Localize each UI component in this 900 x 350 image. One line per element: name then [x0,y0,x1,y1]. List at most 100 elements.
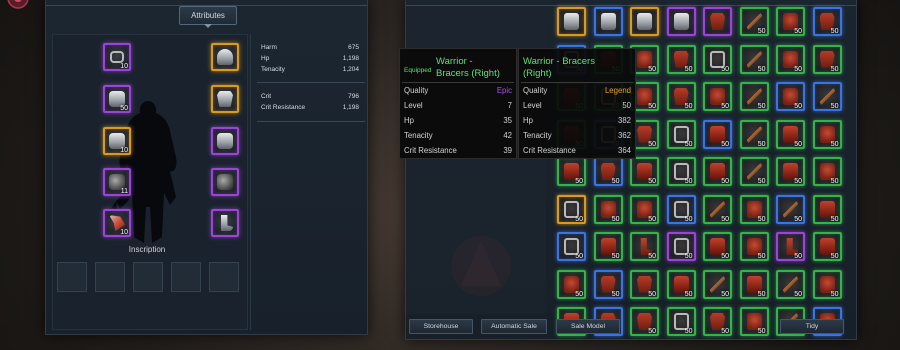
item-count: 50 [757,290,766,298]
inventory-slot[interactable]: 50 [703,194,732,224]
equip-slot-shield[interactable]: 11 [103,168,131,196]
inventory-slot[interactable]: 50 [739,44,769,74]
inventory-slot[interactable]: 50 [557,157,586,186]
character-panel: Attributes 10 50 10 11 10 Inscription Ha… [45,0,368,335]
item-count: 10 [120,63,128,70]
inventory-slot[interactable]: 50 [593,157,623,186]
inventory-slot[interactable]: 50 [776,194,805,224]
tidy-button[interactable]: Tidy [780,319,844,334]
inventory-slot[interactable] [630,7,659,36]
row-label: Tenacity [523,131,552,140]
inventory-slot[interactable]: 50 [776,7,805,36]
storehouse-button[interactable]: Storehouse [409,319,473,334]
inventory-slot[interactable]: 50 [776,44,805,74]
inventory-slot[interactable]: 50 [593,194,623,224]
inventory-slot[interactable]: 50 [812,119,842,149]
inventory-slot[interactable]: 50 [739,194,769,224]
inventory-slot[interactable]: 50 [739,7,769,36]
row-label: Hp [523,116,533,125]
equip-slot-helmet[interactable] [211,43,239,71]
inscription-slot[interactable] [57,262,87,292]
inventory-slot[interactable]: 50 [557,194,586,224]
inventory-slot[interactable]: 50 [666,307,696,336]
inventory-slot[interactable]: 50 [703,157,732,186]
equip-slot-ring[interactable]: 10 [103,43,131,71]
equip-slot-offhand[interactable] [211,168,239,196]
inventory-slot[interactable]: 50 [666,232,696,261]
inventory-slot[interactable]: 50 [703,307,732,336]
inventory-slot[interactable]: 50 [739,82,769,111]
inventory-slot[interactable]: 50 [812,7,842,36]
inscription-slot[interactable] [209,262,239,292]
inventory-slot[interactable]: 50 [630,307,659,336]
row-value: 382 [617,116,631,125]
inventory-slot[interactable]: 50 [666,119,696,149]
equip-slot-weapon[interactable]: 10 [103,209,131,237]
inventory-slot[interactable]: 50 [666,157,696,186]
inventory-slot[interactable]: 50 [666,82,696,111]
inventory-slot[interactable]: 50 [630,232,659,261]
ring-icon [110,51,124,63]
automatic-sale-button[interactable]: Automatic Sale [481,319,547,334]
inventory-slot[interactable]: 50 [739,157,769,186]
inventory-slot[interactable]: 50 [557,232,586,261]
inventory-slot[interactable]: 50 [776,119,805,149]
inventory-slot[interactable]: 50 [630,194,659,224]
equip-slot-chest[interactable] [211,85,239,113]
equip-slot-bracer[interactable]: 10 [103,127,131,155]
tooltip-row-quality: Quality Legend [523,86,631,95]
inventory-slot[interactable]: 50 [593,269,623,299]
inventory-slot[interactable]: 50 [666,269,696,299]
inventory-slot[interactable]: 50 [703,232,732,261]
inventory-slot[interactable]: 50 [739,269,769,299]
inventory-slot[interactable]: 50 [739,119,769,149]
inventory-slot[interactable] [703,7,732,36]
inventory-slot[interactable]: 50 [593,232,623,261]
inventory-slot[interactable]: 50 [739,307,769,336]
inventory-slot[interactable] [557,7,586,36]
equip-slot-gloves[interactable]: 50 [103,85,131,113]
inventory-slot[interactable] [593,7,623,36]
tooltip-row-crit-resistance: Crit Resistance 364 [523,146,631,155]
inventory-slot[interactable]: 50 [776,232,805,261]
inventory-slot[interactable]: 50 [776,82,805,111]
inscription-slot[interactable] [171,262,201,292]
inventory-slot[interactable]: 50 [739,232,769,261]
chest-armor-icon [710,13,725,30]
inventory-slot[interactable]: 50 [557,269,586,299]
item-count: 50 [830,253,839,260]
inventory-slot[interactable]: 50 [776,157,805,186]
inventory-slot[interactable]: 50 [666,44,696,74]
inventory-slot[interactable]: 50 [703,269,732,299]
item-count: 50 [794,28,802,35]
stats-divider [257,121,365,122]
tooltip-row-level: Level 7 [404,101,512,110]
inventory-slot[interactable]: 50 [666,194,696,224]
inventory-slot[interactable]: 50 [812,44,842,74]
inventory-slot[interactable]: 50 [812,82,842,111]
item-count: 50 [684,140,693,148]
inventory-slot[interactable]: 50 [703,119,732,149]
inscription-slot[interactable] [133,262,163,292]
tab-attributes[interactable]: Attributes [179,6,237,25]
bracer-icon [217,133,233,149]
inventory-slot[interactable]: 50 [812,157,842,186]
inventory-slot[interactable]: 50 [812,194,842,224]
sale-model-button[interactable]: Sale Model [556,319,620,334]
stat-value: 1,198 [342,55,359,62]
inventory-slot[interactable]: 50 [630,157,659,186]
inventory-slot[interactable]: 50 [703,82,732,111]
item-count: 50 [611,253,620,260]
stat-value: 675 [348,44,359,51]
inventory-slot[interactable] [666,7,696,36]
inventory-slot[interactable]: 50 [630,269,659,299]
inventory-slot[interactable]: 50 [703,44,732,74]
inventory-slot[interactable]: 50 [812,232,842,261]
inscription-slot[interactable] [95,262,125,292]
row-label: Crit Resistance [523,146,576,155]
stats-divider [257,82,365,83]
inventory-slot[interactable]: 50 [812,269,842,299]
equip-slot-bracer-right[interactable] [211,127,239,155]
equip-slot-boots[interactable] [211,209,239,237]
inventory-slot[interactable]: 50 [776,269,805,299]
